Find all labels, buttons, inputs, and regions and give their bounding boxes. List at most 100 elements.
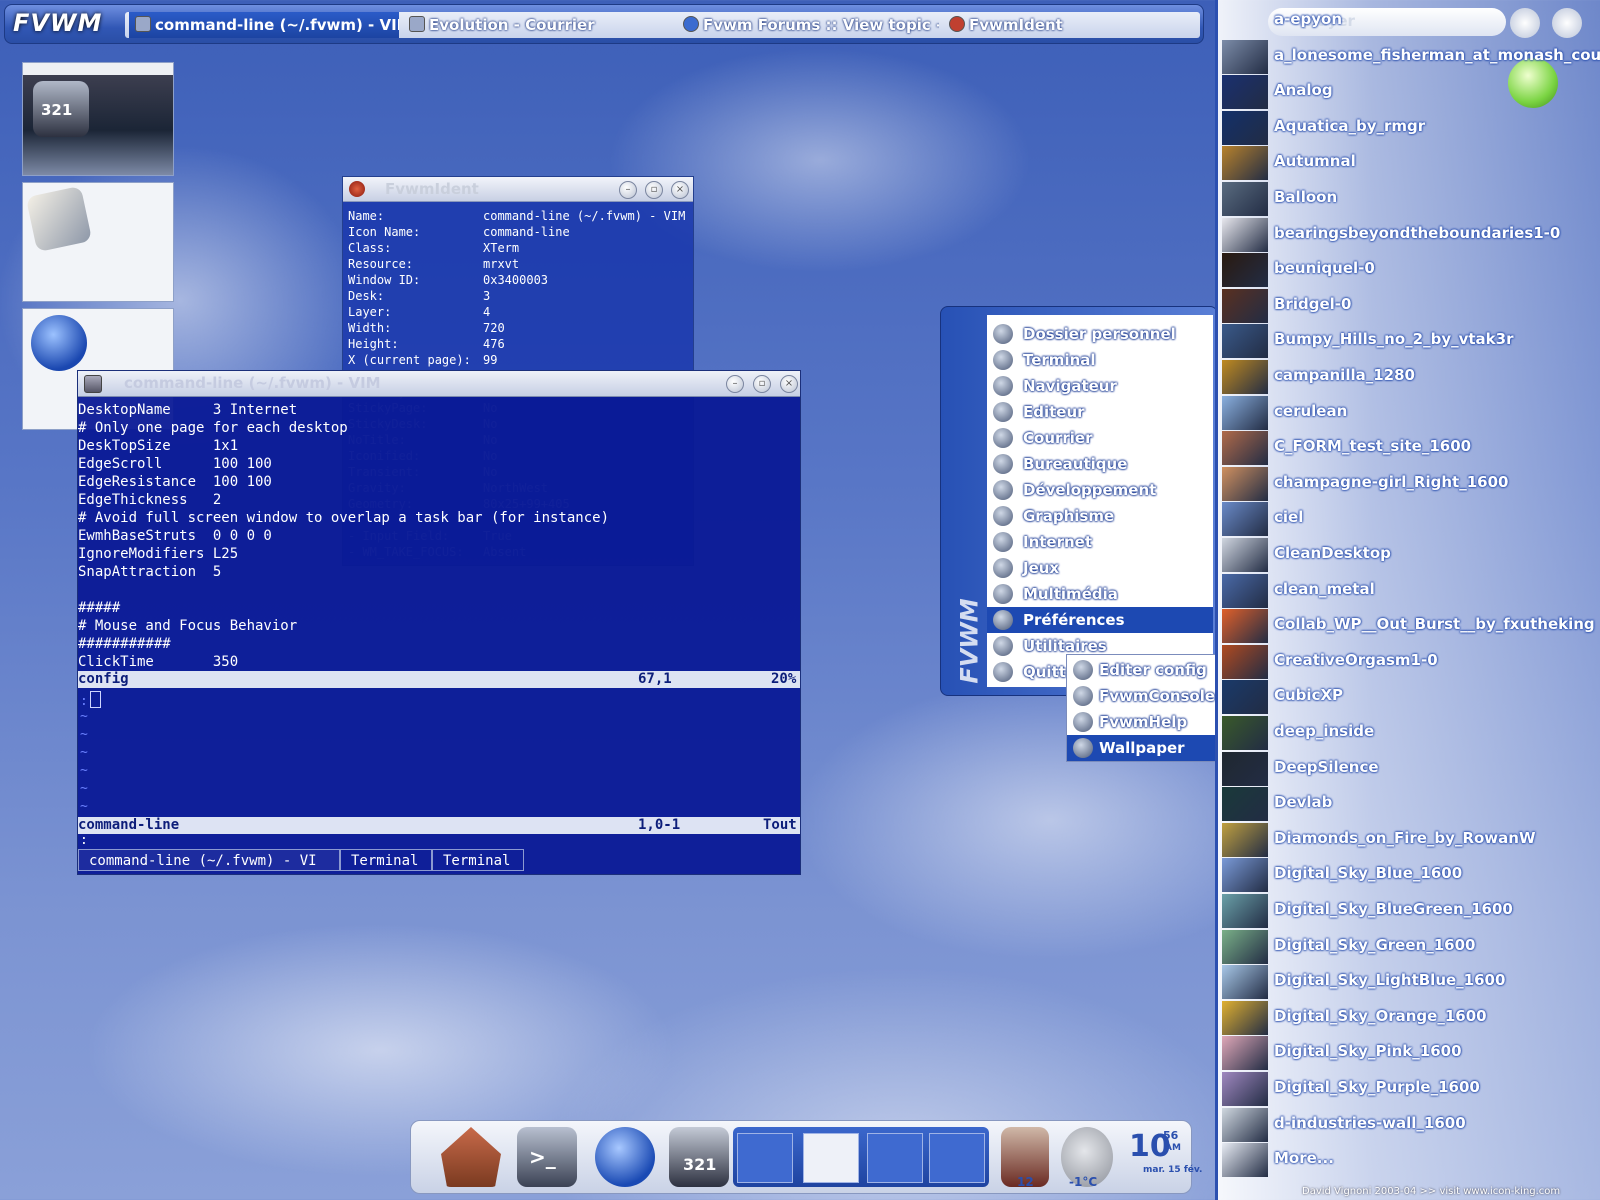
close-button[interactable]: × xyxy=(671,181,689,199)
vim-buffer[interactable]: DesktopName 3 Internet # Only one page fo… xyxy=(78,401,800,671)
browser-globe-icon xyxy=(31,315,87,371)
wallpaper-item[interactable]: Bumpy_Hills_no_2_by_vtak3r xyxy=(1222,324,1600,359)
minimize-button[interactable]: – xyxy=(726,375,744,393)
wallpaper-item[interactable]: CleanDesktop xyxy=(1222,538,1600,572)
wallpaper-item[interactable]: C_FORM_test_site_1600 xyxy=(1222,431,1600,466)
menu-item-10[interactable]: Multimédia xyxy=(987,581,1213,607)
wallpaper-item[interactable]: a_lonesome_fisherman_at_monash_county xyxy=(1222,39,1600,74)
wallpaper-item[interactable]: Diamonds_on_Fire_by_RowanW xyxy=(1222,822,1600,857)
vim-cmdline-buffer[interactable]: : xyxy=(80,691,101,709)
wallpaper-item[interactable]: beuniquel-0 xyxy=(1222,253,1600,288)
pager-desk-3[interactable] xyxy=(867,1133,923,1183)
wallpaper-item[interactable]: Digital_Sky_Purple_1600 xyxy=(1222,1072,1600,1106)
wallpaper-item[interactable]: Digital_Sky_Pink_1600 xyxy=(1222,1036,1600,1071)
wallpaper-item[interactable]: cerulean xyxy=(1222,395,1600,430)
wallpaper-thumbnail xyxy=(1222,217,1268,252)
maximize-button[interactable]: ▫ xyxy=(645,181,663,199)
wallpaper-name: Autumnal xyxy=(1274,152,1356,171)
wallpaper-item[interactable]: deep_inside xyxy=(1222,716,1600,750)
menu-item-5[interactable]: Bureautique xyxy=(987,451,1213,477)
wallpaper-item[interactable]: bearingsbeyondtheboundaries1-0 xyxy=(1222,217,1600,252)
ident-key: Resource: xyxy=(348,257,414,271)
wallpaper-item[interactable]: Analog xyxy=(1222,75,1600,110)
text-cursor xyxy=(89,691,101,708)
tab-vim[interactable]: command-line (~/.fvwm) - VI xyxy=(78,849,340,871)
vim-titlebar[interactable]: command-line (~/.fvwm) - VIM – ▫ × xyxy=(78,371,800,397)
wallpaper-item[interactable]: Aquatica_by_rmgr xyxy=(1222,110,1600,145)
wallpaper-item[interactable]: Devlab xyxy=(1222,787,1600,822)
tab-terminal-2[interactable]: Terminal xyxy=(432,849,524,871)
wallpaper-item[interactable]: Digital_Sky_Blue_1600 xyxy=(1222,858,1600,893)
wallpaper-item[interactable]: a-epyon xyxy=(1222,4,1600,38)
home-icon[interactable] xyxy=(441,1127,501,1187)
wallpaper-item[interactable]: d-industries-wall_1600 xyxy=(1222,1107,1600,1142)
task-list: command-line (~/.fvwm) - VIM Evolution -… xyxy=(125,12,1200,38)
minimize-button[interactable]: – xyxy=(619,181,637,199)
fvwmident-titlebar[interactable]: FvwmIdent – ▫ × xyxy=(343,177,693,202)
wallpaper-item[interactable]: Autumnal xyxy=(1222,146,1600,181)
wallpaper-item[interactable]: CubicXP xyxy=(1222,680,1600,715)
pager-desk-1[interactable] xyxy=(737,1133,793,1183)
menu-item-4[interactable]: Courrier xyxy=(987,425,1213,451)
menu-item-0[interactable]: Dossier personnel xyxy=(987,321,1213,347)
wallpaper-item[interactable]: ciel xyxy=(1222,502,1600,537)
submenu-item-3[interactable]: Wallpaper xyxy=(1067,735,1217,761)
wallpaper-thumbnail xyxy=(1222,787,1268,822)
wallpaper-item[interactable]: CreativeOrgasm1-0 xyxy=(1222,644,1600,679)
wallpaper-item[interactable]: Collab_WP__Out_Burst__by_fxutheking xyxy=(1222,609,1600,644)
wallpaper-item[interactable]: Digital_Sky_LightBlue_1600 xyxy=(1222,965,1600,1000)
wallpaper-name: Bumpy_Hills_no_2_by_vtak3r xyxy=(1274,330,1514,349)
menu-item-7[interactable]: Graphisme xyxy=(987,503,1213,529)
clock[interactable]: 10 56 AM mar. 15 fév. xyxy=(1129,1129,1202,1175)
wallpaper-item[interactable]: campanilla_1280 xyxy=(1222,360,1600,394)
desk-thumb-menubar xyxy=(23,63,173,75)
wallpaper-item[interactable]: champagne-girl_Right_1600 xyxy=(1222,466,1600,501)
menu-item-icon xyxy=(993,558,1013,578)
vim-window[interactable]: command-line (~/.fvwm) - VIM – ▫ × Deskt… xyxy=(77,370,801,875)
code-line: DesktopName 3 Internet xyxy=(78,402,298,418)
wallpaper-item[interactable]: DeepSilence xyxy=(1222,751,1600,786)
wallpaper-item[interactable]: Balloon xyxy=(1222,182,1600,216)
wallpaper-thumbnail xyxy=(1222,431,1268,466)
task-fvwm-forums[interactable]: Fvwm Forums :: View topic - Clock xyxy=(677,12,939,38)
clapperboard-icon[interactable]: 321 xyxy=(669,1127,729,1187)
pager-desk-2[interactable] xyxy=(22,182,174,302)
pager-desk-4[interactable] xyxy=(929,1133,985,1183)
wallpaper-item[interactable]: Digital_Sky_Orange_1600 xyxy=(1222,1000,1600,1035)
wallpaper-item[interactable]: Digital_Sky_BlueGreen_1600 xyxy=(1222,894,1600,928)
browser-globe-icon[interactable] xyxy=(595,1127,655,1187)
task-evolution[interactable]: Evolution - Courrier xyxy=(403,12,673,38)
menu-item-1[interactable]: Terminal xyxy=(987,347,1213,373)
maximize-button[interactable]: ▫ xyxy=(753,375,771,393)
fvwm-logo[interactable]: FVWM xyxy=(13,9,105,39)
wallpaper-thumbnail xyxy=(1222,110,1268,145)
submenu-item-2[interactable]: FvwmHelp xyxy=(1067,709,1217,735)
wallpaper-thumbnail xyxy=(1222,360,1268,394)
submenu-item-0[interactable]: Editer config xyxy=(1067,657,1217,683)
menu-item-9[interactable]: Jeux xyxy=(987,555,1213,581)
pager-desk-1[interactable]: 321 xyxy=(22,62,174,176)
wallpaper-item[interactable]: clean_metal xyxy=(1222,573,1600,608)
wallpaper-item[interactable]: Digital_Sky_Green_1600 xyxy=(1222,929,1600,964)
menu-item-2[interactable]: Navigateur xyxy=(987,373,1213,399)
menu-item-label: Internet xyxy=(1023,533,1093,551)
vim-prompt[interactable]: : xyxy=(80,833,88,848)
wallpaper-item[interactable]: Bridgel-0 xyxy=(1222,288,1600,323)
wallpaper-item[interactable]: More... xyxy=(1222,1143,1600,1178)
tab-terminal-1[interactable]: Terminal xyxy=(340,849,432,871)
task-vim[interactable]: command-line (~/.fvwm) - VIM xyxy=(129,12,399,38)
task-fvwmident[interactable]: FvwmIdent xyxy=(943,12,1193,38)
menu-item-6[interactable]: Développement xyxy=(987,477,1213,503)
menu-item-3[interactable]: Editeur xyxy=(987,399,1213,425)
wallpaper-thumbnail xyxy=(1222,680,1268,715)
credit-text: David Vignoni 2003-04 >> visit www.icon-… xyxy=(1302,1186,1561,1197)
menu-item-11[interactable]: Préférences xyxy=(987,607,1213,633)
wallpaper-name: Collab_WP__Out_Burst__by_fxutheking xyxy=(1274,615,1595,634)
wallpaper-name: Digital_Sky_Blue_1600 xyxy=(1274,864,1463,883)
menu-item-8[interactable]: Internet xyxy=(987,529,1213,555)
terminal-icon[interactable]: >_ xyxy=(517,1127,577,1187)
pager-desk-2[interactable] xyxy=(803,1133,859,1183)
close-button[interactable]: × xyxy=(780,375,798,393)
submenu-item-1[interactable]: FvwmConsole xyxy=(1067,683,1217,709)
